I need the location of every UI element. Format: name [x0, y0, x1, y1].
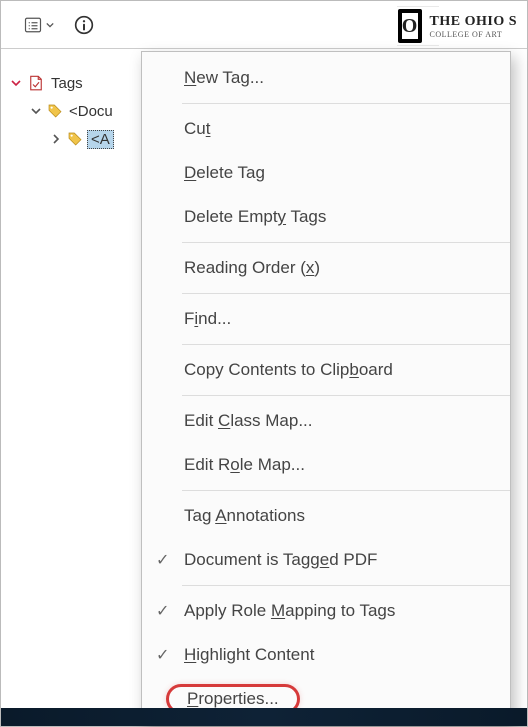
info-button[interactable] — [69, 10, 99, 40]
menu-separator — [182, 344, 510, 345]
tag-icon — [67, 131, 83, 147]
menu-item-new-tag[interactable]: New Tag... — [142, 56, 510, 100]
tree-document-label: <Docu — [67, 103, 115, 120]
menu-item-reading-order[interactable]: Reading Order (x) — [142, 246, 510, 290]
menu-item-label: Highlight Content — [184, 645, 314, 665]
expand-icon[interactable] — [49, 132, 63, 146]
tags-tree: Tags <Docu <A — [1, 49, 141, 726]
menu-item-edit-class-map[interactable]: Edit Class Map... — [142, 399, 510, 443]
collapse-icon[interactable] — [29, 104, 43, 118]
menu-separator — [182, 293, 510, 294]
menu-item-tag-annots[interactable]: Tag Annotations — [142, 494, 510, 538]
tag-icon — [47, 103, 63, 119]
tree-row-selected[interactable]: <A — [1, 125, 141, 153]
menu-item-delete-tag[interactable]: Delete Tag — [142, 151, 510, 195]
menu-item-edit-role-map[interactable]: Edit Role Map... — [142, 443, 510, 487]
menu-item-label: Delete Empty Tags — [184, 207, 326, 227]
document-strip — [1, 708, 527, 726]
menu-separator — [182, 585, 510, 586]
menu-item-label: Edit Class Map... — [184, 411, 313, 431]
menu-item-highlight[interactable]: ✓ Highlight Content — [142, 633, 510, 677]
menu-item-doc-tagged[interactable]: ✓ Document is Tagged PDF — [142, 538, 510, 582]
menu-separator — [182, 242, 510, 243]
menu-item-label: Find... — [184, 309, 231, 329]
menu-item-delete-empty[interactable]: Delete Empty Tags — [142, 195, 510, 239]
menu-item-label: Properties... — [187, 689, 279, 708]
menu-item-copy-clipboard[interactable]: Copy Contents to Clipboard — [142, 348, 510, 392]
tree-row-root[interactable]: Tags — [1, 69, 141, 97]
tags-context-menu: New Tag... Cut Delete Tag Delete Empty Tags… — [141, 51, 511, 726]
check-icon: ✓ — [156, 645, 169, 665]
menu-item-label: Delete Tag — [184, 163, 265, 183]
logo-main-text: THE OHIO S — [430, 14, 517, 30]
menu-separator — [182, 395, 510, 396]
menu-item-label: Edit Role Map... — [184, 455, 305, 475]
menu-separator — [182, 490, 510, 491]
menu-item-cut[interactable]: Cut — [142, 107, 510, 151]
collapse-icon[interactable] — [9, 76, 23, 90]
list-icon — [24, 16, 42, 34]
check-icon: ✓ — [156, 601, 169, 621]
tree-row-document[interactable]: <Docu — [1, 97, 141, 125]
tree-selected-label: <A — [87, 130, 114, 149]
menu-item-label: Copy Contents to Clipboard — [184, 360, 393, 380]
menu-item-label: Cut — [184, 119, 210, 139]
logo-o-icon: O — [398, 9, 422, 43]
menu-item-label: Reading Order (x) — [184, 258, 320, 278]
panel-frame: O THE OHIO S COLLEGE OF ART Tags — [0, 0, 528, 727]
logo: O THE OHIO S COLLEGE OF ART — [394, 7, 521, 45]
check-icon: ✓ — [156, 550, 169, 570]
tree-root-label: Tags — [49, 75, 85, 92]
menu-item-label: Document is Tagged PDF — [184, 550, 377, 570]
menu-item-find[interactable]: Find... — [142, 297, 510, 341]
logo-sub-text: COLLEGE OF ART — [430, 30, 517, 39]
menu-separator — [182, 103, 510, 104]
menu-item-label: Tag Annotations — [184, 506, 305, 526]
menu-item-label: Apply Role Mapping to Tags — [184, 601, 395, 621]
menu-item-apply-role-map[interactable]: ✓ Apply Role Mapping to Tags — [142, 589, 510, 633]
info-icon — [74, 13, 94, 37]
menu-item-label: New Tag... — [184, 68, 264, 88]
chevron-down-icon — [46, 21, 54, 29]
tags-root-icon — [27, 74, 45, 92]
tags-options-button[interactable] — [17, 10, 61, 40]
